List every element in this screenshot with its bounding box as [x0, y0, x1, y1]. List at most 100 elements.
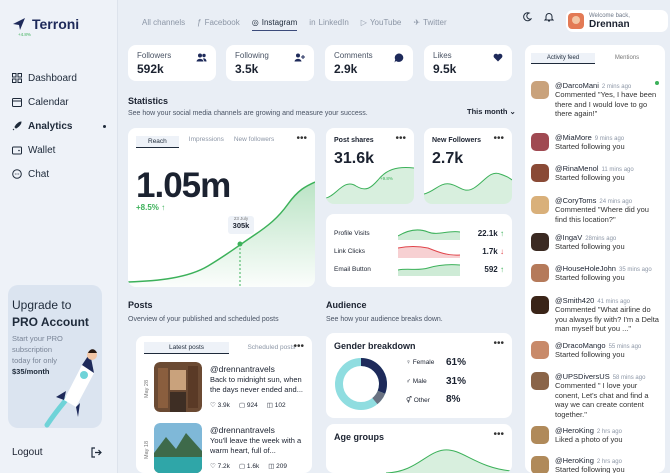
email-button-sparkline	[398, 264, 460, 276]
arrow-down-icon: ↓	[500, 246, 504, 256]
more-options-icon[interactable]: •••	[296, 133, 307, 144]
tab-latest-posts[interactable]: Latest posts	[144, 342, 229, 354]
metric-email-button: Email Button 592 ↑	[334, 262, 504, 276]
age-area-chart	[385, 449, 512, 473]
metric-label: Profile Visits	[334, 229, 370, 237]
tab-activity-feed[interactable]: Activity feed	[531, 53, 595, 64]
stat-comments: Comments 2.9k	[325, 45, 413, 81]
tab-facebook[interactable]: ƒ Facebook	[197, 14, 240, 31]
avatar	[531, 426, 549, 444]
feed-text: Commented "What airline do you always fl…	[555, 305, 659, 333]
user-name: Drennan	[589, 18, 630, 30]
tab-linkedin[interactable]: in LinkedIn	[309, 14, 348, 31]
post-text: Back to midnight sun, when the days neve…	[210, 375, 303, 394]
metric-link-clicks: Link Clicks 1.7k ↓	[334, 244, 504, 258]
age-title: Age groups	[334, 432, 385, 442]
gender-row-female: ♀ Female 61%	[406, 357, 467, 368]
period-select[interactable]: This month ⌄	[467, 107, 516, 116]
more-options-icon[interactable]: •••	[493, 338, 504, 349]
post-item[interactable]: May 28 @drennantravels Back to midnight …	[144, 362, 309, 412]
nav-item-chat[interactable]: Chat	[12, 162, 112, 186]
metrics-card: Profile Visits 22.1k ↑ Link Clicks 1.7k …	[326, 214, 512, 287]
posts-title: Posts	[128, 300, 153, 310]
posts-subtitle: Overview of your published and scheduled…	[128, 316, 279, 323]
nav-label: Dashboard	[28, 72, 77, 84]
comments-count: ▢ 924	[238, 402, 258, 409]
reach-area-chart	[128, 181, 315, 287]
nav-item-calendar[interactable]: Calendar	[12, 90, 112, 114]
female-icon: ♀	[406, 359, 411, 366]
feed-text: Started following you	[555, 242, 625, 251]
tab-instagram[interactable]: ◎ Instagram	[251, 14, 297, 31]
tab-youtube[interactable]: ▷ YouTube	[361, 14, 402, 31]
post-image	[154, 423, 202, 473]
tab-all-channels[interactable]: All channels	[142, 14, 185, 31]
comment-icon	[394, 53, 404, 63]
more-options-icon[interactable]: •••	[493, 429, 504, 440]
metric-profile-visits: Profile Visits 22.1k ↑	[334, 226, 504, 240]
post-shares-chart	[326, 167, 414, 204]
statistics-subtitle: See how your social media channels are g…	[128, 110, 368, 117]
upgrade-promo[interactable]: Upgrade to PRO Account Start your PRO sub…	[8, 285, 102, 428]
metric-value: 22.1k ↑	[477, 228, 504, 238]
feed-header: @DarcoMani 2 mins ago	[555, 81, 632, 90]
grid-icon	[12, 73, 22, 83]
tab-label: Twitter	[423, 18, 447, 27]
post-shares-change: +9.8%	[380, 176, 393, 181]
chat-icon	[12, 169, 22, 179]
audience-title: Audience	[326, 300, 367, 310]
avatar	[531, 133, 549, 151]
bell-icon[interactable]	[544, 12, 554, 22]
bookmark-icon: ◫	[266, 402, 273, 409]
avatar	[531, 196, 549, 214]
logo[interactable]: Terroni	[12, 16, 79, 32]
feed-header: @Smith420 41 mins ago	[555, 296, 630, 305]
chart-tooltip: 23 July 305k	[228, 216, 254, 234]
avatar	[568, 13, 584, 29]
tab-mentions[interactable]: Mentions	[595, 53, 659, 64]
profile-text: Welcome back, Drennan	[589, 13, 630, 30]
arrow-up-icon: ↑	[500, 228, 504, 238]
post-item[interactable]: May 18 @drennantravels You'll leave the …	[144, 423, 309, 473]
comments-count: ▢ 1.6k	[238, 463, 260, 470]
avatar	[531, 341, 549, 359]
feed-header: @HouseHoleJohn 35 mins ago	[555, 264, 652, 273]
gender-row-male: ♂ Male 31%	[406, 376, 467, 387]
stat-value: 2.9k	[334, 62, 358, 76]
metric-value: 1.7k ↓	[482, 246, 504, 256]
avatar	[531, 456, 549, 473]
saves-count: ◫ 102	[266, 402, 286, 409]
feed-text: Started following you	[555, 350, 625, 359]
tab-impressions[interactable]: Impressions	[189, 136, 224, 148]
tab-new-followers[interactable]: New followers	[234, 136, 274, 148]
tab-reach[interactable]: Reach	[136, 136, 179, 148]
avatar	[531, 233, 549, 251]
posts-card: Latest posts Scheduled posts ••• May 28 …	[136, 336, 312, 473]
audience-subtitle: See how your audience breaks down.	[326, 316, 443, 323]
more-options-icon[interactable]: •••	[293, 341, 304, 352]
profile-visits-sparkline	[398, 229, 460, 240]
reach-tabs: Reach Impressions New followers	[136, 136, 274, 148]
more-options-icon[interactable]: •••	[493, 133, 504, 144]
nav-item-analytics[interactable]: Analytics	[12, 114, 112, 138]
moon-icon[interactable]	[522, 12, 532, 22]
chevron-down-icon: ⌄	[509, 107, 516, 116]
tab-twitter[interactable]: ✈ Twitter	[413, 14, 446, 31]
post-shares-title: Post shares	[334, 137, 374, 144]
avatar	[531, 372, 549, 390]
avatar	[531, 264, 549, 282]
nav-item-wallet[interactable]: Wallet	[12, 138, 112, 162]
more-options-icon[interactable]: •••	[395, 133, 406, 144]
user-profile[interactable]: Welcome back, Drennan	[566, 10, 668, 32]
metric-label: Link Clicks	[334, 247, 366, 255]
tab-label: LinkedIn	[318, 18, 349, 27]
heart-icon	[493, 53, 503, 62]
stat-followers: Followers 592k	[128, 45, 216, 81]
nav-item-dashboard[interactable]: Dashboard	[12, 66, 112, 90]
feed-header: @CoryToms 24 mins ago	[555, 196, 633, 205]
post-meta: ♡ 3.9k ▢ 924 ◫ 102	[210, 401, 286, 409]
logout-button[interactable]: Logout	[12, 447, 102, 458]
unread-indicator	[655, 81, 659, 85]
facebook-icon: ƒ	[197, 18, 202, 27]
comment-outline-icon: ▢	[238, 463, 246, 470]
